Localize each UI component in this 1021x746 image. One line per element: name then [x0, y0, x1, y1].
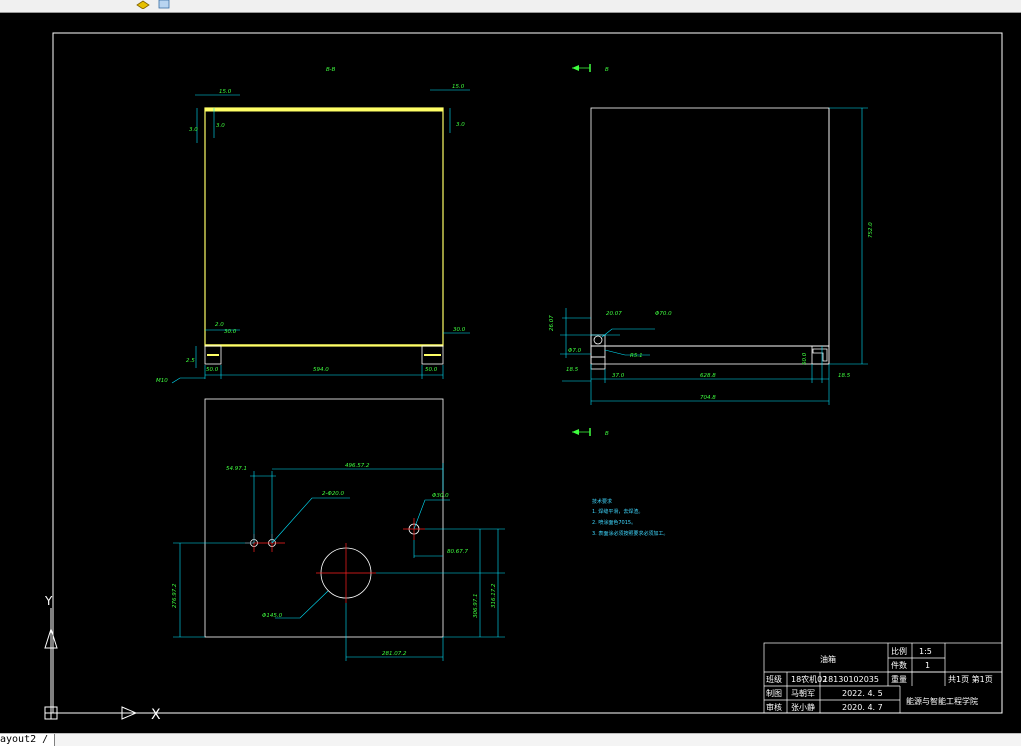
layout-tab[interactable]: ayout2 /: [0, 734, 56, 746]
dim-dia7: Φ7.0: [568, 348, 582, 354]
properties-icon[interactable]: [157, 0, 171, 9]
dim-185-left: 18.5: [566, 367, 579, 373]
section-label: B-B: [326, 67, 336, 73]
tb-check-name: 张小静: [791, 702, 815, 712]
dim-right-v: 3.0: [456, 122, 465, 128]
tech-note-1: 1. 焊缝平滑，去焊渣。: [592, 508, 643, 515]
drawing-canvas[interactable]: B-B 15.0 15.0 3.0 3.0 3.0 2.0 30.0 30.0 …: [0, 13, 1021, 733]
dim-m10: M10: [156, 378, 168, 384]
section-arrow-bottom: [572, 428, 591, 436]
cad-drawing: B-B 15.0 15.0 3.0 3.0 3.0 2.0 30.0 30.0 …: [44, 32, 1003, 723]
dim-281: 281.07.2: [382, 651, 407, 657]
tb-qty-label: 件数: [891, 660, 907, 670]
tb-drawn-date: 2022. 4. 5: [842, 689, 883, 698]
tb-name: 油箱: [820, 654, 836, 664]
arrow-bottom-label: B: [605, 431, 609, 437]
tech-note-3: 3. 表面涂必须按照要求必须加工。: [592, 530, 668, 537]
layer-icon[interactable]: [136, 0, 150, 9]
ucs-y-label: Y: [44, 594, 53, 608]
dim-20: 20.07: [606, 311, 622, 317]
dim-704: 704.8: [700, 395, 716, 401]
dim-bottom-50l: 50.0: [206, 367, 219, 373]
dim-37: 37.0: [612, 373, 625, 379]
tb-check-date: 2020. 4. 7: [842, 703, 883, 712]
section-arrow-top: [572, 64, 591, 72]
tech-notes: 技术要求 1. 焊缝平滑，去焊渣。 2. 喷涂面色7015。 3. 表面涂必须按…: [592, 498, 668, 537]
dim-145: Φ145.0: [262, 613, 283, 619]
dim-height-752: 752.0: [868, 222, 874, 238]
toolbar-strip: [0, 0, 1021, 13]
ucs-icon: [44, 608, 138, 720]
dim-br-30: 30.0: [453, 327, 466, 333]
ucs-x-label: X: [151, 707, 161, 723]
dim-hole-right: Φ30.0: [432, 493, 449, 499]
layout-tab-bar: ayout2 /: [0, 733, 1021, 746]
dim-628: 628.8: [700, 373, 716, 379]
dim-306: 306.97.1: [473, 594, 479, 619]
tb-sheet: 共1页 第1页: [948, 674, 993, 684]
dim-185-right: 18.5: [838, 373, 851, 379]
dim-bl-2: 2.0: [215, 322, 224, 328]
tb-student-id: 18130102035: [823, 675, 879, 684]
dim-2holes: 2-Φ20.0: [322, 491, 345, 497]
bottom-view: 54.97.1 496.57.2 2-Φ20.0 Φ30.0 80.67.7 2…: [172, 398, 505, 661]
dim-316: 316.17.2: [491, 583, 497, 608]
dim-bottom-50r: 50.0: [425, 367, 438, 373]
tb-weight-label: 重量: [891, 674, 907, 684]
side-view: 752.0 26.07 20.07 Φ70.0 R5.1 Φ7.0 18.5 3…: [549, 107, 874, 405]
dim-left-v2: 3.0: [216, 123, 225, 129]
sheet-border: [52, 32, 1003, 714]
dim-50: 50.0: [802, 352, 808, 365]
tb-scale-value: 1:5: [919, 647, 932, 656]
tb-class-value: 18农机02: [791, 674, 827, 684]
dim-top-right: 15.0: [452, 84, 465, 90]
dim-top-left: 15.0: [219, 89, 232, 95]
dim-left-25: 2.5: [186, 358, 195, 364]
tb-check-label: 审核: [766, 702, 782, 712]
tech-note-2: 2. 喷涂面色7015。: [592, 519, 636, 526]
dim-bl-30: 30.0: [224, 329, 237, 335]
tb-drawn-label: 制图: [766, 688, 782, 698]
dim-26: 26.07: [549, 315, 555, 331]
dim-r5: R5.1: [630, 353, 643, 359]
tb-class-label: 班级: [766, 674, 782, 684]
dim-left-v1: 3.0: [189, 127, 198, 133]
dim-496: 496.57.2: [345, 463, 370, 469]
tb-scale-label: 比例: [891, 646, 907, 656]
dim-bottom-594: 594.0: [313, 367, 329, 373]
dim-54: 54.97.1: [226, 466, 247, 472]
arrow-top-label: B: [605, 67, 609, 73]
tb-qty-value: 1: [925, 661, 930, 670]
tb-drawn-name: 马朝军: [791, 689, 815, 698]
tb-school: 能源与智能工程学院: [906, 696, 978, 706]
tech-notes-title: 技术要求: [592, 498, 612, 505]
front-view: 15.0 15.0 3.0 3.0 3.0 2.0 30.0 30.0 2.5 …: [156, 84, 470, 384]
dim-dia70: Φ70.0: [655, 311, 672, 317]
dim-80: 80.67.7: [447, 549, 468, 555]
dim-276: 276.97.2: [172, 583, 178, 608]
